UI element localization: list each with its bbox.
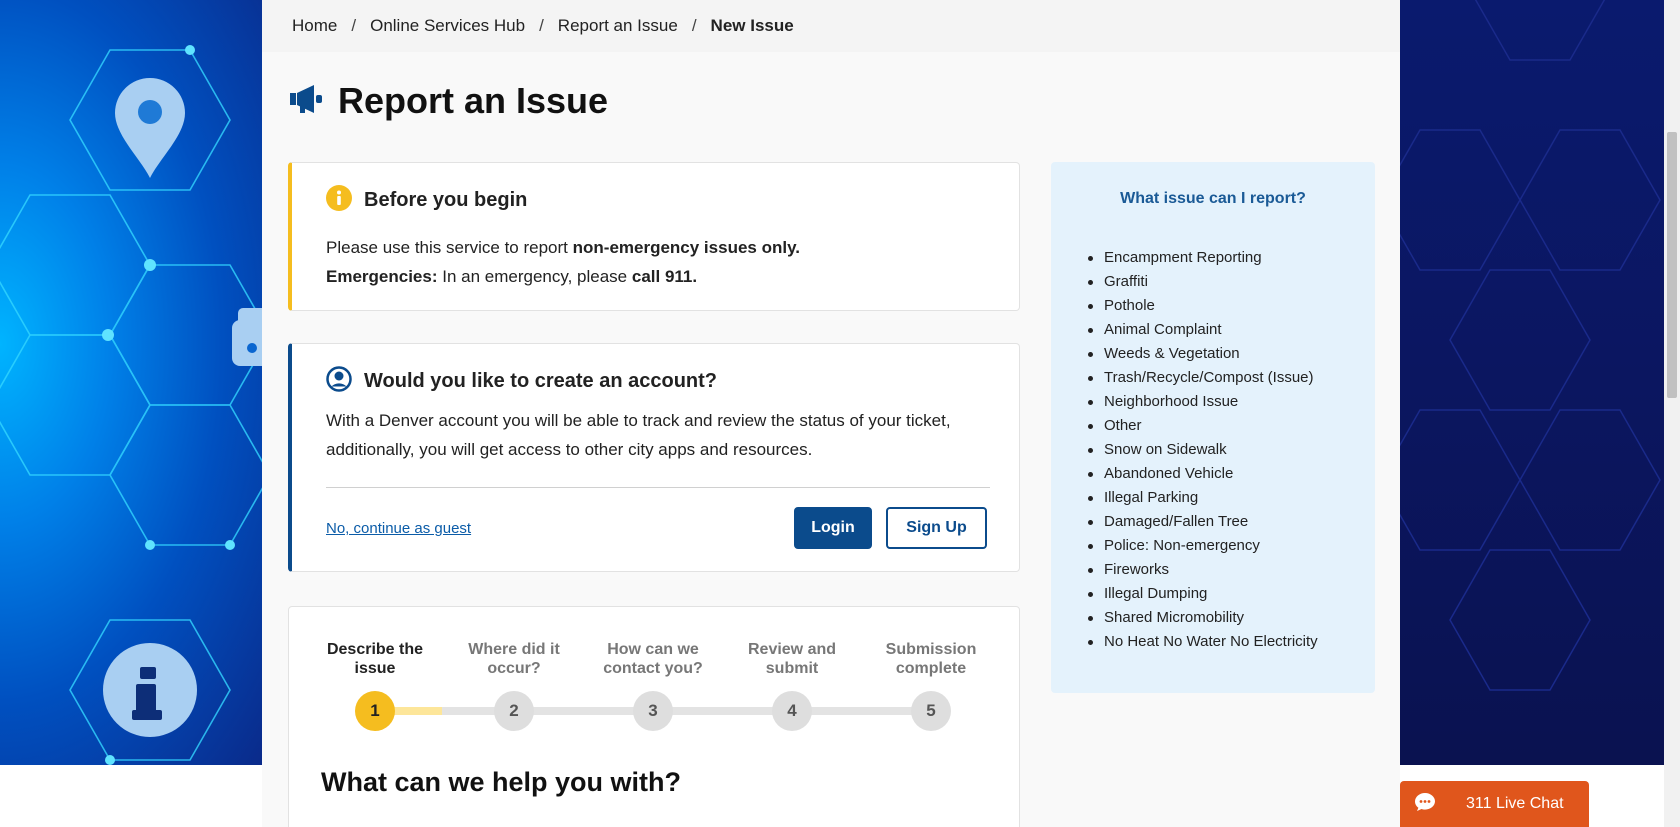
right-background-panel — [1400, 0, 1664, 765]
step-label-1: Describe the issue — [326, 641, 424, 677]
breadcrumb-separator: / — [539, 16, 544, 35]
step-label-3: How can we contact you? — [603, 641, 703, 677]
step-label-5: Submission complete — [885, 641, 977, 677]
list-item: Police: Non-emergency — [1085, 534, 1318, 558]
list-item: Abandoned Vehicle — [1085, 462, 1318, 486]
list-item: Animal Complaint — [1085, 318, 1318, 342]
list-item: Encampment Reporting — [1085, 246, 1318, 270]
scrollbar-thumb[interactable] — [1667, 132, 1677, 398]
list-item: Other — [1085, 414, 1318, 438]
list-item: Fireworks — [1085, 558, 1318, 582]
user-circle-icon — [326, 366, 352, 397]
account-body-line-2: additionally, you will get access to oth… — [326, 440, 813, 459]
breadcrumb-home-link[interactable]: Home — [292, 16, 337, 36]
step-indicator-4: 4 — [772, 691, 812, 731]
breadcrumb-current: New Issue — [710, 16, 794, 35]
left-background-panel — [0, 0, 262, 765]
notice-line-1: Please use this service to report non-em… — [326, 238, 800, 257]
list-item: Snow on Sidewalk — [1085, 438, 1318, 462]
sign-up-button[interactable]: Sign Up — [886, 507, 987, 549]
notice-header: Before you begin — [326, 185, 527, 216]
list-item: Pothole — [1085, 294, 1318, 318]
account-heading: Would you like to create an account? — [364, 370, 718, 392]
breadcrumb-separator: / — [691, 16, 697, 35]
page-scrollbar[interactable] — [1664, 0, 1680, 827]
live-chat-label: 311 Live Chat — [1466, 795, 1564, 812]
megaphone-icon — [290, 83, 324, 120]
live-chat-button[interactable]: 311 Live Chat — [1400, 781, 1589, 827]
sidebar-title: What issue can I report? — [1120, 190, 1306, 207]
step-indicator-2: 2 — [494, 691, 534, 731]
account-divider — [326, 487, 990, 488]
list-item: Graffiti — [1085, 270, 1318, 294]
create-account-card: Would you like to create an account? Wit… — [288, 343, 1020, 572]
info-circle-icon — [326, 185, 352, 216]
page-heading: Report an Issue — [338, 80, 609, 121]
list-item: No Heat No Water No Electricity — [1085, 630, 1318, 654]
step-label-4: Review and submit — [747, 641, 837, 677]
before-you-begin-card: Before you begin Please use this service… — [288, 162, 1020, 311]
list-item: Illegal Dumping — [1085, 582, 1318, 606]
list-item: Shared Micromobility — [1085, 606, 1318, 630]
step-indicator-5: 5 — [911, 691, 951, 731]
account-body: With a Denver account you will be able t… — [326, 406, 951, 464]
step-indicator-3: 3 — [633, 691, 673, 731]
account-header: Would you like to create an account? — [326, 366, 717, 397]
report-types-sidebar: What issue can I report? Encampment Repo… — [1051, 162, 1375, 693]
list-item: Illegal Parking — [1085, 486, 1318, 510]
list-item: Weeds & Vegetation — [1085, 342, 1318, 366]
notice-heading: Before you begin — [364, 189, 528, 211]
list-item: Neighborhood Issue — [1085, 390, 1318, 414]
breadcrumb-report-issue-link[interactable]: Report an Issue — [558, 16, 678, 36]
notice-line-2: Emergencies: In an emergency, please cal… — [326, 267, 698, 286]
map-pin-icon — [115, 78, 185, 178]
info-icon — [103, 643, 197, 737]
page-title: Report an Issue — [290, 80, 608, 122]
list-item: Damaged/Fallen Tree — [1085, 510, 1318, 534]
main-content: Home / Online Services Hub / Report an I… — [262, 0, 1400, 827]
hexagon-network-graphic — [0, 45, 262, 765]
report-types-list: Encampment Reporting Graffiti Pothole An… — [1085, 246, 1318, 654]
list-item: Trash/Recycle/Compost (Issue) — [1085, 366, 1318, 390]
continue-as-guest-link[interactable]: No, continue as guest — [326, 520, 471, 537]
breadcrumb-separator: / — [351, 16, 357, 35]
step-label-2: Where did it occur? — [468, 641, 560, 677]
issue-steps-card: Describe the issue Where did it occur? How… — [288, 606, 1020, 827]
account-body-line-1: With a Denver account you will be able t… — [326, 411, 951, 430]
hexagon-pattern-graphic — [1400, 0, 1661, 691]
breadcrumb: Home / Online Services Hub / Report an I… — [262, 0, 1400, 52]
car-icon — [232, 308, 262, 366]
step-indicator-1: 1 — [355, 691, 395, 731]
help-question-heading: What can we help you with? — [321, 767, 682, 797]
notice-body: Please use this service to report non-em… — [326, 233, 800, 291]
chat-bubble-icon — [1414, 792, 1436, 817]
login-button[interactable]: Login — [794, 507, 872, 549]
breadcrumb-online-services-link[interactable]: Online Services Hub — [370, 16, 525, 36]
